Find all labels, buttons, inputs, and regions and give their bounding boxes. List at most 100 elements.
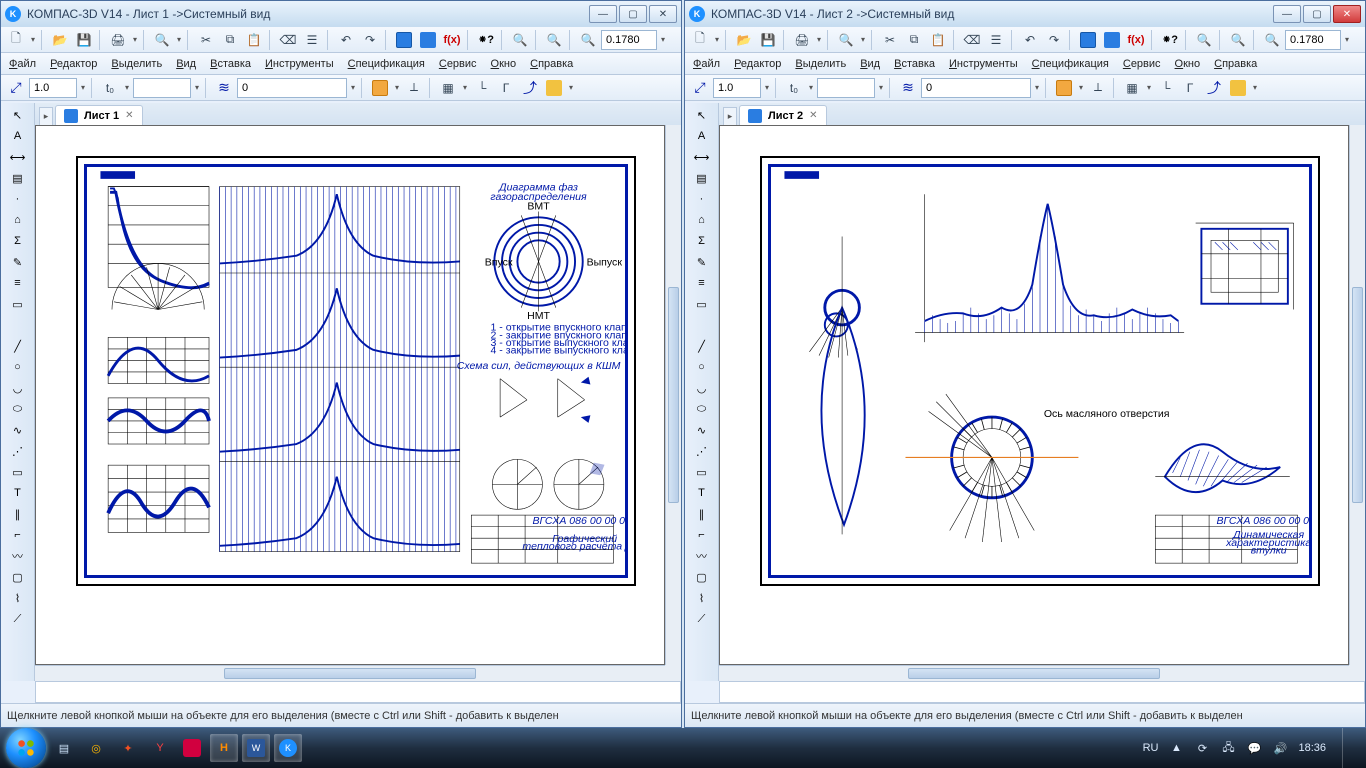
point-icon[interactable]: ·: [692, 189, 712, 209]
minimize-button[interactable]: —: [1273, 5, 1301, 23]
zoom-out-icon[interactable]: 🔍: [543, 29, 565, 51]
menu-select[interactable]: Выделить: [111, 58, 162, 70]
tray-network-icon[interactable]: 🖧: [1220, 740, 1236, 756]
menu-tools[interactable]: Инструменты: [949, 58, 1018, 70]
fx-icon[interactable]: f(x): [1125, 29, 1147, 51]
eraser-icon[interactable]: ⌫: [961, 29, 983, 51]
document-tab[interactable]: Лист 1 ✕: [55, 105, 143, 125]
param-icon[interactable]: ⟂: [1087, 77, 1109, 99]
undo-icon[interactable]: ↶: [1019, 29, 1041, 51]
cut-icon[interactable]: ✂: [195, 29, 217, 51]
menu-service[interactable]: Сервис: [439, 58, 477, 70]
snap-ex-icon[interactable]: [543, 77, 565, 99]
menu-editor[interactable]: Редактор: [734, 58, 781, 70]
taskbar-app-5[interactable]: [178, 734, 206, 762]
zoom-window-icon[interactable]: 🔍: [1261, 29, 1283, 51]
text2-icon[interactable]: T: [692, 483, 712, 503]
menu-select[interactable]: Выделить: [795, 58, 846, 70]
minimize-button[interactable]: —: [589, 5, 617, 23]
layer-icon[interactable]: t₀: [99, 77, 121, 99]
start-button[interactable]: [6, 728, 46, 768]
canvas-frame[interactable]: Ось масляного отверстия: [719, 125, 1349, 665]
grid-icon[interactable]: ▦: [1121, 77, 1143, 99]
tab-close-icon[interactable]: ✕: [125, 110, 133, 121]
tray-sync-icon[interactable]: ⟳: [1194, 740, 1210, 756]
chamfer-icon[interactable]: ⌐: [8, 525, 28, 545]
hatch2-icon[interactable]: ▤: [692, 168, 712, 188]
clock[interactable]: 18:36: [1298, 742, 1326, 754]
zoom-input[interactable]: [601, 30, 657, 50]
canvas[interactable]: Ось масляного отверстия: [719, 125, 1365, 681]
print-icon[interactable]: 🖨: [107, 29, 129, 51]
zoom-in-icon[interactable]: 🔍: [1193, 29, 1215, 51]
menu-tools[interactable]: Инструменты: [265, 58, 334, 70]
zoom-in-icon[interactable]: 🔍: [509, 29, 531, 51]
lib-icon[interactable]: ⌂: [8, 210, 28, 230]
menu-window[interactable]: Окно: [1175, 58, 1201, 70]
arc-icon[interactable]: ◡: [8, 378, 28, 398]
style-input[interactable]: [921, 78, 1031, 98]
zoom-out-icon[interactable]: 🔍: [1227, 29, 1249, 51]
sym-icon[interactable]: Σ: [8, 231, 28, 251]
help-icon[interactable]: ⁕?: [1159, 29, 1181, 51]
para-icon[interactable]: ∥: [692, 504, 712, 524]
text-icon[interactable]: A: [8, 126, 28, 146]
canvas[interactable]: Диаграмма фаз газораспределения ВМТ Впус…: [35, 125, 681, 681]
scrollbar-horizontal[interactable]: [35, 665, 665, 681]
copy-icon[interactable]: ⧉: [903, 29, 925, 51]
taskbar-app-word[interactable]: W: [242, 734, 270, 762]
var-icon[interactable]: [417, 29, 439, 51]
ellipse-icon[interactable]: ⬭: [8, 399, 28, 419]
new-icon[interactable]: 🗋: [689, 29, 711, 51]
mod-icon[interactable]: ✎: [692, 252, 712, 272]
snap-toggle[interactable]: [1053, 77, 1075, 99]
ellipse-icon[interactable]: ⬭: [692, 399, 712, 419]
taskbar-app-4[interactable]: Y: [146, 734, 174, 762]
menu-insert[interactable]: Вставка: [210, 58, 251, 70]
lib-icon[interactable]: ⌂: [692, 210, 712, 230]
menu-view[interactable]: Вид: [860, 58, 880, 70]
text2-icon[interactable]: T: [8, 483, 28, 503]
circle-icon[interactable]: ○: [692, 357, 712, 377]
step-icon[interactable]: ⤢: [689, 77, 711, 99]
menu-insert[interactable]: Вставка: [894, 58, 935, 70]
spline-icon[interactable]: ∿: [692, 420, 712, 440]
fx-icon[interactable]: f(x): [441, 29, 463, 51]
menu-file[interactable]: Файл: [693, 58, 720, 70]
menu-editor[interactable]: Редактор: [50, 58, 97, 70]
round-icon[interactable]: Г: [495, 77, 517, 99]
scrollbar-vertical[interactable]: [1349, 125, 1365, 665]
arrow-icon[interactable]: ↖: [8, 105, 28, 125]
redo-icon[interactable]: ↷: [1043, 29, 1065, 51]
eraser-icon[interactable]: ⌫: [277, 29, 299, 51]
local-cs-icon[interactable]: ⤴: [519, 77, 541, 99]
layers-icon[interactable]: ≡: [8, 273, 28, 293]
menu-spec[interactable]: Спецификация: [348, 58, 425, 70]
taskbar-app-6[interactable]: H: [210, 734, 238, 762]
extra2-icon[interactable]: ⟋: [692, 609, 712, 629]
menu-help[interactable]: Справка: [530, 58, 573, 70]
ortho-icon[interactable]: └: [1155, 77, 1177, 99]
menu-window[interactable]: Окно: [491, 58, 517, 70]
save-icon[interactable]: 💾: [73, 29, 95, 51]
properties-icon[interactable]: ☰: [301, 29, 323, 51]
layer-icon[interactable]: t₀: [783, 77, 805, 99]
taskbar-app-2[interactable]: ◎: [82, 734, 110, 762]
taskbar-app-1[interactable]: ▤: [50, 734, 78, 762]
zoom-window-icon[interactable]: 🔍: [577, 29, 599, 51]
view-icon[interactable]: ▭: [692, 294, 712, 314]
menu-spec[interactable]: Спецификация: [1032, 58, 1109, 70]
taskbar[interactable]: ▤ ◎ ✦ Y H W K RU ▲ ⟳ 🖧 💬 🔊 18:36: [0, 728, 1366, 768]
mod-icon[interactable]: ✎: [8, 252, 28, 272]
var-icon[interactable]: [1101, 29, 1123, 51]
menu-file[interactable]: Файл: [9, 58, 36, 70]
hatch2-icon[interactable]: ▤: [8, 168, 28, 188]
close-button[interactable]: ✕: [1333, 5, 1361, 23]
close-button[interactable]: ✕: [649, 5, 677, 23]
tray-chat-icon[interactable]: 💬: [1246, 740, 1262, 756]
scrollbar-horizontal[interactable]: [719, 665, 1349, 681]
grid-icon[interactable]: ▦: [437, 77, 459, 99]
help-icon[interactable]: ⁕?: [475, 29, 497, 51]
tab-arrow-icon[interactable]: ▸: [39, 107, 53, 125]
hatch-icon[interactable]: ≋: [897, 77, 919, 99]
